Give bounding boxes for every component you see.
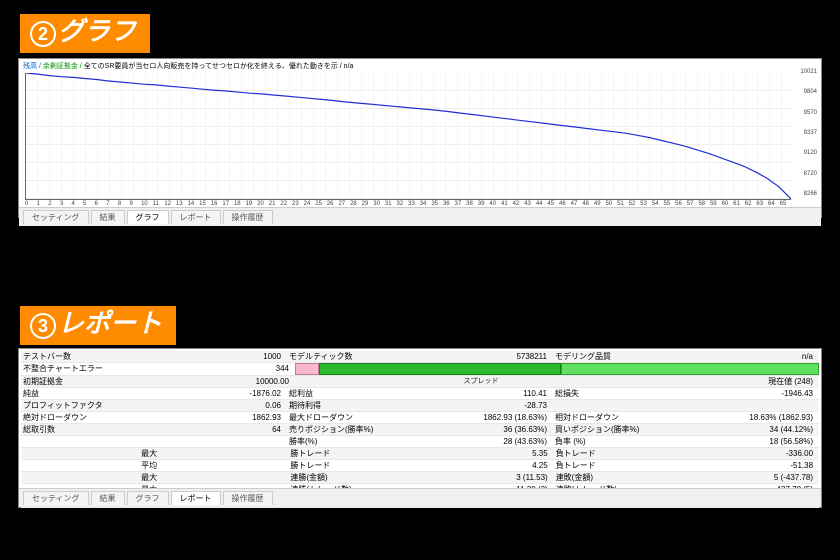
tab-journal[interactable]: 操作履歴 bbox=[223, 210, 273, 224]
table-row: 勝率(%)28 (43.63%)負率 (%)18 (56.58%) bbox=[21, 436, 819, 448]
graph-x-axis: 0123456789101112131415161718192021222324… bbox=[25, 201, 791, 207]
table-row: プロフィットファクタ0.06期待利得-28.73 bbox=[21, 400, 819, 412]
tab-graph[interactable]: グラフ bbox=[127, 210, 169, 224]
graph-tabs: セッティング 結果 グラフ レポート 操作履歴 bbox=[19, 207, 821, 226]
table-row: 純益-1876.02総利益110.41総損失-1946.43 bbox=[21, 388, 819, 400]
graph-title: 残高 / 余剰証拠金 / 全てのSR要員が当セロ人向販売を持ってせつセロか化を終… bbox=[19, 59, 821, 73]
badge-number: 2 bbox=[30, 21, 56, 47]
report-panel: テストバー数1000モデルティック数5738211モデリング品質n/a 不整合チ… bbox=[18, 348, 822, 508]
tab-report[interactable]: レポート bbox=[171, 210, 221, 224]
balance-line bbox=[26, 73, 791, 199]
report-body: テストバー数1000モデルティック数5738211モデリング品質n/a 不整合チ… bbox=[19, 349, 821, 510]
graph-y-axis: 10021980495709337912087208266 bbox=[800, 69, 817, 197]
tab-settings[interactable]: セッティング bbox=[23, 210, 89, 224]
table-row: テストバー数1000モデルティック数5738211モデリング品質n/a bbox=[21, 351, 819, 363]
modeling-quality-bar bbox=[295, 363, 819, 375]
graph-plot-area bbox=[25, 73, 791, 200]
table-row: 平均勝トレード4.25負トレード-51.38 bbox=[21, 460, 819, 472]
badge-label: グラフ bbox=[58, 16, 136, 46]
table-row: 初期証拠金10000.00 スプレッド 現在値 (248) bbox=[21, 376, 819, 388]
tab-results[interactable]: 結果 bbox=[91, 210, 125, 224]
badge-label: レポート bbox=[58, 308, 162, 338]
graph-panel: 残高 / 余剰証拠金 / 全てのSR要員が当セロ人向販売を持ってせつセロか化を終… bbox=[18, 58, 822, 218]
report-tabs: セッティング 結果 グラフ レポート 操作履歴 bbox=[19, 488, 821, 507]
table-row: 絶対ドローダウン1862.93最大ドローダウン1862.93 (18.63%)相… bbox=[21, 412, 819, 424]
tab-report[interactable]: レポート bbox=[171, 491, 221, 505]
table-row: 最大勝トレード5.35負トレード-336.00 bbox=[21, 448, 819, 460]
badge-number: 3 bbox=[30, 313, 56, 339]
section-badge-report: 3レポート bbox=[18, 304, 178, 347]
table-row: 総取引数64売りポジション(勝率%)36 (36.63%)買いポジション(勝率%… bbox=[21, 424, 819, 436]
table-row: 不整合チャートエラー344 bbox=[21, 363, 819, 376]
section-badge-graph: 2グラフ bbox=[18, 12, 152, 55]
tab-settings[interactable]: セッティング bbox=[23, 491, 89, 505]
tab-graph[interactable]: グラフ bbox=[127, 491, 169, 505]
tab-journal[interactable]: 操作履歴 bbox=[223, 491, 273, 505]
tab-results[interactable]: 結果 bbox=[91, 491, 125, 505]
table-row: 最大連勝(金額)3 (11.53)連敗(金額)5 (-437.78) bbox=[21, 472, 819, 484]
